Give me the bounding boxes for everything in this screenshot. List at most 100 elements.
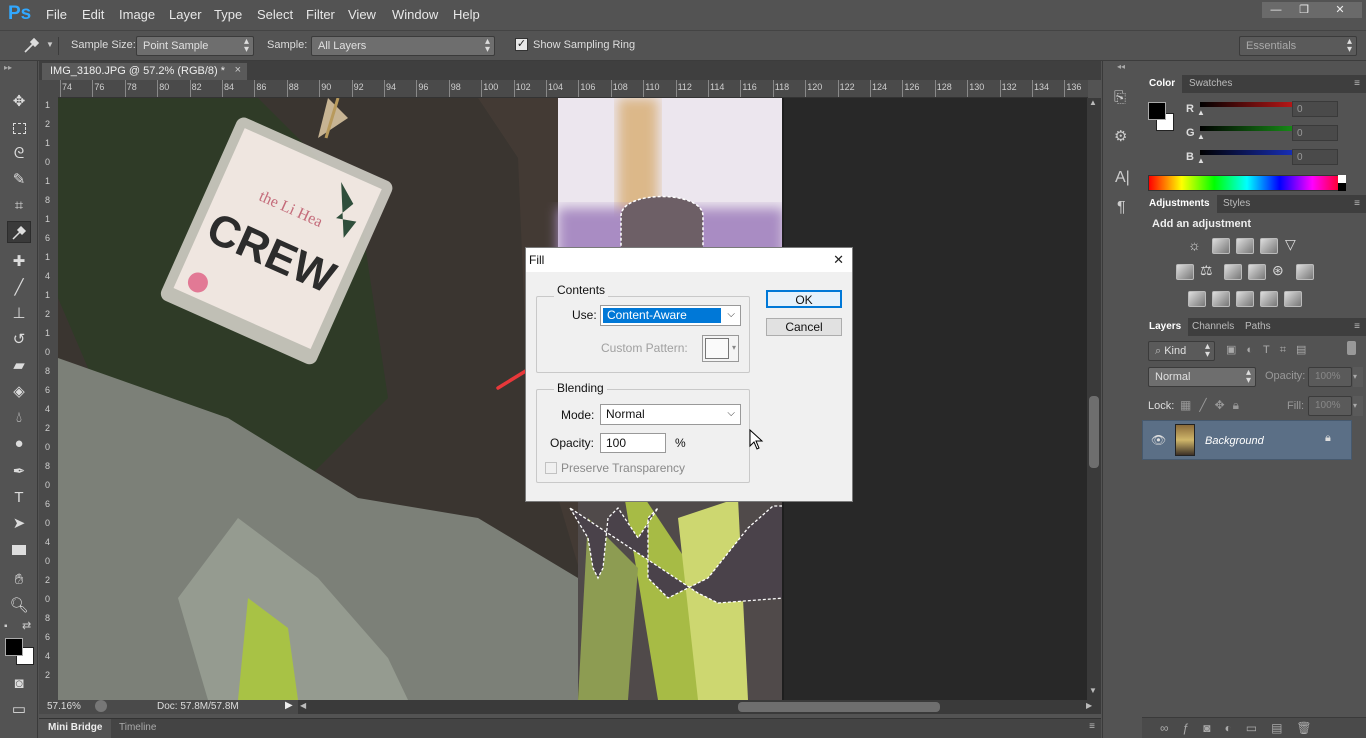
white-swatch[interactable]: [1338, 175, 1346, 183]
tab-timeline[interactable]: Timeline: [111, 719, 164, 738]
slider-handle-icon[interactable]: ▲: [1197, 156, 1205, 165]
layer-footer-icons[interactable]: ∞ƒ◙◐▭▤🗑︎: [1160, 721, 1326, 735]
gradient-tool-icon[interactable]: ◈: [7, 381, 31, 403]
move-tool-icon[interactable]: ✥: [7, 91, 31, 113]
scroll-right-icon[interactable]: ▶: [1086, 701, 1092, 710]
zoom-level[interactable]: 57.16%: [47, 701, 81, 712]
history-brush-tool-icon[interactable]: ↺: [7, 329, 31, 351]
use-select[interactable]: Content-Aware ⌵: [600, 305, 741, 326]
vibrance-icon[interactable]: ▽: [1285, 236, 1296, 253]
eyedropper-icon[interactable]: [22, 37, 40, 55]
quick-select-tool-icon[interactable]: ✎: [7, 169, 31, 191]
tab-channels[interactable]: Channels: [1185, 318, 1241, 336]
threshold-icon[interactable]: [1236, 291, 1254, 307]
channel-g-value[interactable]: 0: [1292, 125, 1338, 141]
channel-mixer-icon[interactable]: ⊛: [1272, 262, 1284, 279]
filter-toggle[interactable]: [1347, 341, 1356, 355]
filter-kind-select[interactable]: ⌕ Kind ▴ ▾: [1148, 341, 1215, 361]
path-selection-tool-icon[interactable]: ➤: [7, 513, 31, 535]
opacity-dropdown-icon[interactable]: ▾: [1353, 367, 1363, 387]
dialog-close-icon[interactable]: ✕: [833, 252, 844, 268]
menu-layer[interactable]: Layer: [169, 7, 202, 22]
eyedropper-tool-icon[interactable]: [7, 221, 31, 243]
tab-layers[interactable]: Layers: [1142, 318, 1189, 336]
close-window-button[interactable]: ✕: [1318, 2, 1362, 18]
hand-tool-icon[interactable]: ✋︎: [7, 569, 31, 591]
invert-icon[interactable]: [1188, 291, 1206, 307]
minimize-button[interactable]: —: [1262, 2, 1290, 18]
panel-menu-icon[interactable]: ≡: [1354, 321, 1360, 332]
type-tool-icon[interactable]: T: [7, 487, 31, 509]
paragraph-icon[interactable]: ¶: [1117, 199, 1126, 217]
menu-edit[interactable]: Edit: [82, 7, 104, 22]
show-sampling-ring-checkbox[interactable]: ✓: [515, 38, 528, 51]
tab-styles[interactable]: Styles: [1216, 195, 1257, 213]
history-icon[interactable]: ⎘: [1114, 89, 1126, 106]
brightness-contrast-icon[interactable]: ☼: [1188, 237, 1201, 253]
channel-r-value[interactable]: 0: [1292, 101, 1338, 117]
blur-tool-icon[interactable]: 💧︎: [7, 407, 31, 429]
layer-filter-icons[interactable]: ▣◐T⌗▤: [1226, 343, 1316, 357]
tab-swatches[interactable]: Swatches: [1182, 75, 1239, 93]
lasso-tool-icon[interactable]: ᘓ: [7, 143, 31, 165]
workspace-select[interactable]: Essentials ▴ ▾: [1239, 36, 1357, 56]
sample-size-select[interactable]: Point Sample ▴ ▾: [136, 36, 254, 56]
panel-menu-icon[interactable]: ≡: [1354, 78, 1360, 89]
mode-select[interactable]: Normal ⌵: [600, 404, 741, 425]
lock-icons[interactable]: ▦╱✥🔒︎: [1180, 398, 1247, 413]
vertical-ruler[interactable]: 1210181614121086420806040208642: [39, 98, 58, 700]
sample-select[interactable]: All Layers ▴ ▾: [311, 36, 495, 56]
slider-handle-icon[interactable]: ▲: [1197, 132, 1205, 141]
marquee-tool-icon[interactable]: [7, 117, 31, 139]
tool-preset-chevron-icon[interactable]: ▼: [46, 40, 54, 49]
menu-select[interactable]: Select: [257, 7, 293, 22]
opacity-input[interactable]: 100: [600, 433, 666, 453]
crop-tool-icon[interactable]: ⌗: [7, 195, 31, 217]
foreground-color-swatch[interactable]: [5, 638, 23, 656]
vertical-scrollbar[interactable]: ▲ ▼: [1087, 98, 1101, 700]
hue-saturation-icon[interactable]: [1176, 264, 1194, 280]
dialog-title-bar[interactable]: Fill ✕: [526, 248, 852, 272]
slider-handle-icon[interactable]: ▲: [1197, 108, 1205, 117]
dodge-tool-icon[interactable]: ●: [7, 433, 31, 455]
color-spectrum-ramp[interactable]: [1148, 175, 1346, 191]
menu-filter[interactable]: Filter: [306, 7, 335, 22]
horizontal-ruler[interactable]: 74 76 78 80 82 84 86 88 90 92 94 96 98 100 102 104 106 10…: [58, 80, 1088, 98]
zoom-tool-icon[interactable]: 🔍︎: [7, 595, 31, 617]
fill-input[interactable]: 100%: [1308, 396, 1352, 416]
close-document-icon[interactable]: ×: [235, 64, 241, 76]
posterize-icon[interactable]: [1212, 291, 1230, 307]
rectangle-tool-icon[interactable]: [7, 539, 31, 561]
character-icon[interactable]: A|: [1115, 169, 1130, 187]
screen-mode-icon[interactable]: ▭: [7, 699, 31, 721]
tab-mini-bridge[interactable]: Mini Bridge: [39, 719, 112, 738]
properties-icon[interactable]: ⚙: [1114, 127, 1127, 145]
horizontal-scroll-thumb[interactable]: [738, 702, 940, 712]
panel-menu-icon[interactable]: ≡: [1089, 721, 1095, 732]
vertical-scroll-thumb[interactable]: [1089, 396, 1099, 468]
share-icon[interactable]: [95, 700, 107, 712]
healing-brush-tool-icon[interactable]: ✚: [7, 251, 31, 273]
tab-paths[interactable]: Paths: [1238, 318, 1278, 336]
swap-colors-icon[interactable]: ⇄: [22, 619, 31, 632]
tab-adjustments[interactable]: Adjustments: [1142, 195, 1217, 213]
selective-color-icon[interactable]: [1260, 291, 1278, 307]
scroll-up-icon[interactable]: ▲: [1089, 98, 1097, 107]
quick-mask-icon[interactable]: ◙: [7, 673, 31, 695]
default-colors-icon[interactable]: ▪: [4, 621, 8, 632]
menu-help[interactable]: Help: [453, 7, 480, 22]
collapse-arrows-icon[interactable]: ◂◂: [1117, 62, 1125, 71]
color-lookup-icon[interactable]: [1296, 264, 1314, 280]
menu-image[interactable]: Image: [119, 7, 155, 22]
cancel-button[interactable]: Cancel: [766, 318, 842, 336]
photo-filter-icon[interactable]: [1248, 264, 1266, 280]
black-swatch[interactable]: [1338, 183, 1346, 191]
document-tab[interactable]: IMG_3180.JPG @ 57.2% (RGB/8) * ×: [42, 63, 247, 80]
ok-button[interactable]: OK: [766, 290, 842, 308]
black-white-icon[interactable]: [1224, 264, 1242, 280]
foreground-color-chip[interactable]: [1148, 102, 1166, 120]
channel-b-value[interactable]: 0: [1292, 149, 1338, 165]
exposure-icon[interactable]: [1260, 238, 1278, 254]
curves-icon[interactable]: [1236, 238, 1254, 254]
panel-menu-icon[interactable]: ≡: [1354, 198, 1360, 209]
